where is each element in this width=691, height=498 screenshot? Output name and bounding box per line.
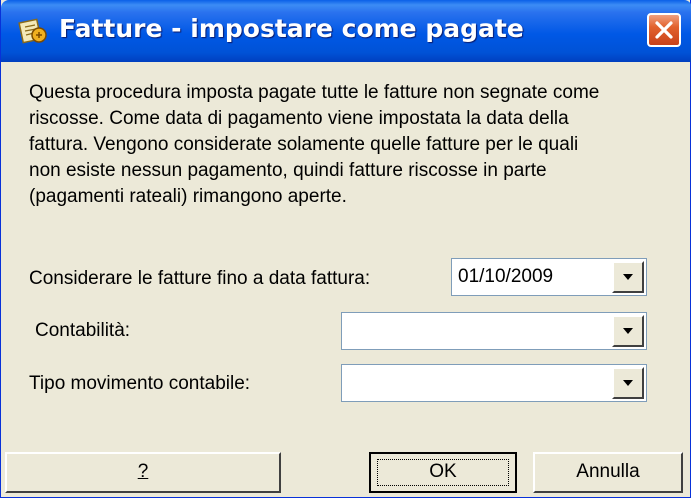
close-icon bbox=[655, 21, 673, 39]
help-button-label: ? bbox=[137, 461, 149, 482]
dialog-window: Fatture - impostare come pagate Questa p… bbox=[0, 0, 691, 498]
description-text: Questa procedura imposta pagate tutte le… bbox=[29, 80, 669, 210]
chevron-down-icon bbox=[623, 274, 633, 280]
cancel-button-label: Annulla bbox=[576, 461, 640, 482]
ok-button[interactable]: OK bbox=[369, 452, 517, 493]
ok-button-label: OK bbox=[429, 461, 457, 482]
date-dropdown-button[interactable] bbox=[612, 261, 644, 293]
window-title: Fatture - impostare come pagate bbox=[59, 14, 524, 43]
movement-type-combobox[interactable] bbox=[341, 364, 647, 402]
description-line: riscosse. Come data di pagamento viene i… bbox=[29, 108, 569, 129]
description-line: fattura. Vengono considerate solamente q… bbox=[29, 134, 579, 155]
chevron-down-icon bbox=[623, 380, 633, 386]
description-line: non esiste nessun pagamento, quindi fatt… bbox=[29, 160, 547, 181]
cancel-button[interactable]: Annulla bbox=[533, 452, 683, 493]
accounting-combobox[interactable] bbox=[341, 312, 647, 350]
date-combobox[interactable]: 01/10/2009 bbox=[451, 258, 647, 296]
movement-type-dropdown-button[interactable] bbox=[612, 367, 644, 399]
app-icon bbox=[18, 18, 47, 44]
movement-type-label: Tipo movimento contabile: bbox=[29, 373, 251, 394]
date-value: 01/10/2009 bbox=[458, 266, 554, 287]
date-label: Considerare le fatture fino a data fattu… bbox=[29, 268, 371, 289]
accounting-label: Contabilità: bbox=[35, 320, 131, 341]
description-line: Questa procedura imposta pagate tutte le… bbox=[29, 82, 600, 103]
chevron-down-icon bbox=[623, 328, 633, 334]
help-button[interactable]: ? bbox=[5, 452, 281, 493]
title-bar[interactable]: Fatture - impostare come pagate bbox=[1, 0, 691, 62]
description-line: (pagamenti rateali) rimangono aperte. bbox=[29, 186, 347, 207]
accounting-dropdown-button[interactable] bbox=[612, 315, 644, 347]
close-button[interactable] bbox=[647, 13, 681, 47]
